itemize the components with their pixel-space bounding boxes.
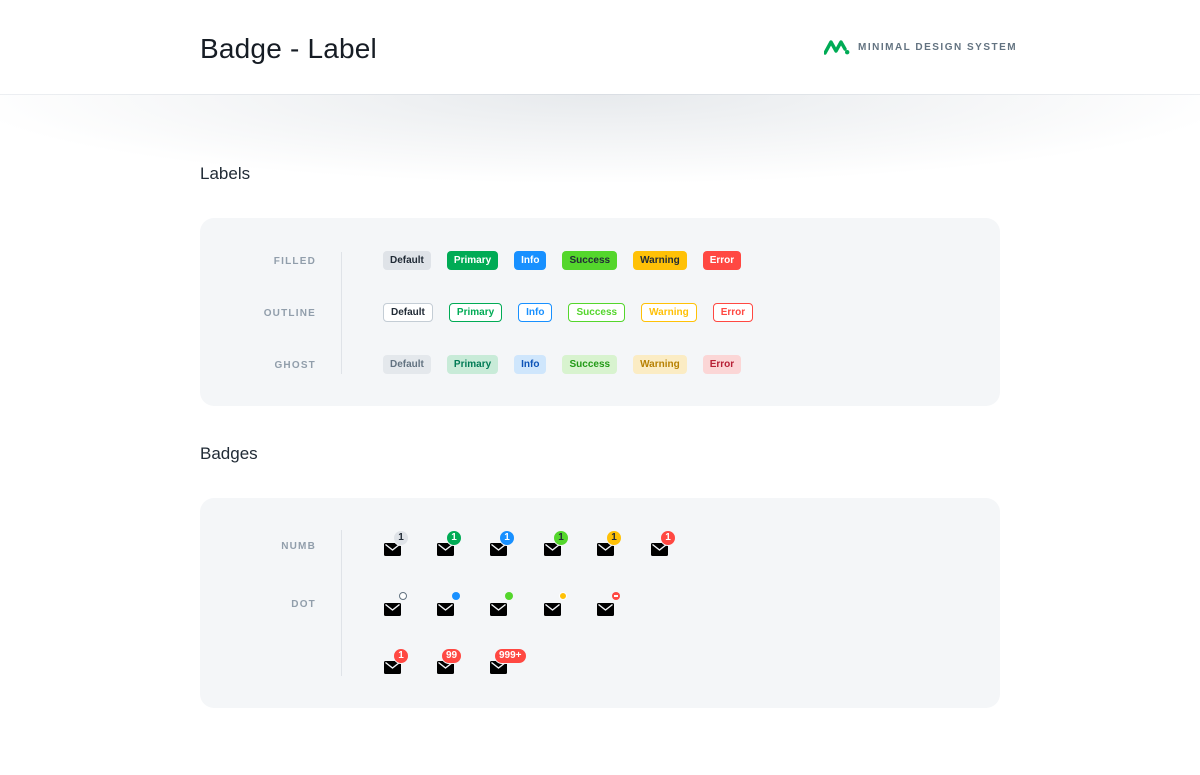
max-badge-999plus[interactable]: 999+: [490, 648, 534, 674]
count-badge: 1: [393, 648, 409, 664]
ghost-labels-row: Default Primary Info Success Warning Err…: [383, 355, 742, 374]
mail-icon: [544, 603, 561, 616]
brand-name: MINIMAL DESIGN SYSTEM: [858, 41, 1018, 53]
numb-badge-info[interactable]: 1: [490, 530, 520, 556]
count-badge: 1: [446, 530, 462, 546]
page-title: Badge - Label: [200, 33, 377, 64]
badges-divider: [341, 530, 342, 676]
header-shadow: [0, 94, 1200, 204]
filled-labels-row: Default Primary Info Success Warning Err…: [383, 251, 742, 270]
badges-section-title: Badges: [200, 444, 258, 463]
numb-badge-error[interactable]: 1: [651, 530, 681, 556]
brand-logo-icon: [824, 40, 850, 55]
label-outline-success: Success: [568, 303, 626, 322]
label-filled-primary: Primary: [446, 251, 499, 270]
count-badge: 1: [606, 530, 622, 546]
labels-divider: [341, 252, 342, 374]
label-filled-error: Error: [702, 251, 742, 270]
label-outline-default: Default: [383, 303, 433, 322]
count-badge: 1: [393, 530, 409, 546]
numb-badge-default[interactable]: 1: [384, 530, 414, 556]
badges-panel: NUMB DOT 1 1 1 1 1 1 1 99 999+: [200, 498, 1000, 708]
label-ghost-error: Error: [702, 355, 742, 374]
dot-badge-warning[interactable]: [544, 590, 574, 616]
label-outline-error: Error: [712, 303, 754, 322]
row-label-ghost: GHOST: [274, 360, 316, 371]
count-badge: 999+: [494, 648, 527, 664]
numb-badge-success[interactable]: 1: [544, 530, 574, 556]
dot-badge-default[interactable]: [384, 590, 414, 616]
max-badge-1[interactable]: 1: [384, 648, 414, 674]
numb-badge-primary[interactable]: 1: [437, 530, 467, 556]
label-ghost-success: Success: [562, 355, 618, 374]
mail-icon: [490, 603, 507, 616]
label-filled-default: Default: [383, 251, 431, 270]
row-label-dot: DOT: [291, 599, 316, 610]
label-ghost-info: Info: [514, 355, 547, 374]
mail-icon: [597, 603, 614, 616]
header: Badge - Label MINIMAL DESIGN SYSTEM: [0, 0, 1200, 95]
mail-icon: [384, 603, 401, 616]
label-ghost-default: Default: [383, 355, 431, 374]
dot-badge-success[interactable]: [490, 590, 520, 616]
label-filled-warning: Warning: [633, 251, 687, 270]
label-ghost-warning: Warning: [633, 355, 687, 374]
row-label-outline: OUTLINE: [263, 308, 316, 319]
label-filled-info: Info: [514, 251, 547, 270]
label-ghost-primary: Primary: [446, 355, 499, 374]
count-badge: 1: [553, 530, 569, 546]
max-badge-99[interactable]: 99: [437, 648, 467, 674]
status-dot: [399, 592, 407, 600]
label-outline-info: Info: [518, 303, 553, 322]
count-badge: 1: [499, 530, 515, 546]
dot-badge-error[interactable]: [597, 590, 627, 616]
mail-icon: [437, 603, 454, 616]
row-label-filled: FILLED: [273, 256, 316, 267]
labels-panel: FILLED Default Primary Info Success Warn…: [200, 218, 1000, 406]
dot-badge-info[interactable]: [437, 590, 467, 616]
brand[interactable]: MINIMAL DESIGN SYSTEM: [824, 38, 1017, 56]
status-dot: [505, 592, 513, 600]
numb-badge-warning[interactable]: 1: [597, 530, 627, 556]
label-outline-primary: Primary: [448, 303, 503, 322]
label-filled-success: Success: [562, 251, 618, 270]
label-outline-warning: Warning: [641, 303, 697, 322]
count-badge: 99: [441, 648, 463, 664]
count-badge: 1: [660, 530, 676, 546]
status-dot: [612, 592, 620, 600]
row-label-numb: NUMB: [281, 541, 316, 552]
status-dot: [559, 592, 567, 600]
outline-labels-row: Default Primary Info Success Warning Err…: [383, 303, 754, 322]
labels-section-title: Labels: [200, 164, 251, 183]
status-dot: [452, 592, 460, 600]
page: Badge - Label MINIMAL DESIGN SYSTEM Labe…: [0, 0, 1200, 775]
